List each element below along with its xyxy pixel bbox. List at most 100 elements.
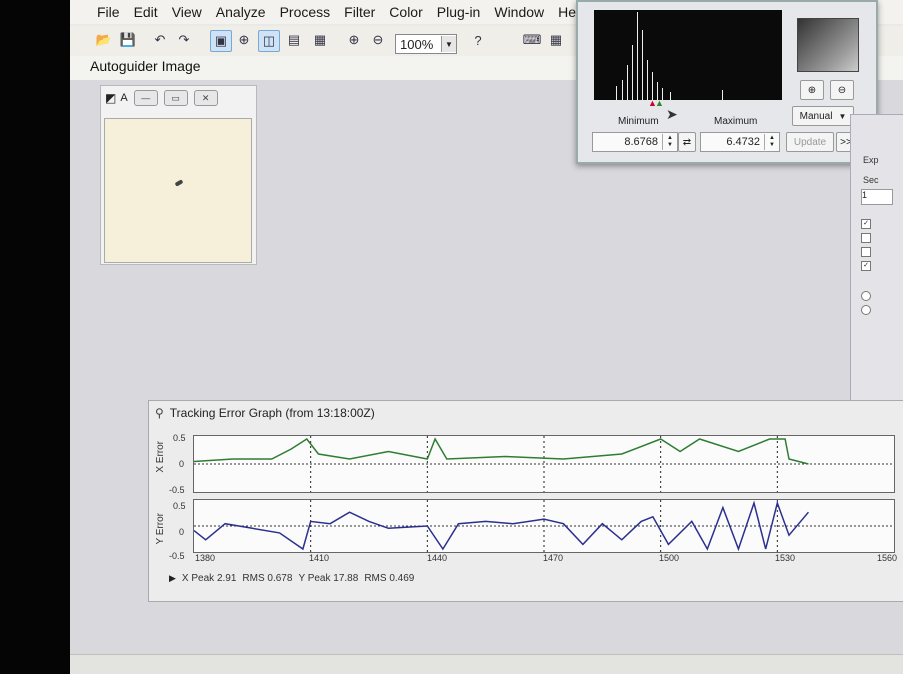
exposure-input[interactable]: 1 (861, 189, 893, 205)
maximum-value: 6.4732 (726, 136, 760, 148)
x-peak: X Peak 2.91 (181, 573, 237, 584)
tracking-error-window: ⚲ Tracking Error Graph (from 13:18:00Z) … (148, 400, 903, 602)
guide-star (174, 179, 184, 187)
menu-plugin[interactable]: Plug-in (430, 4, 488, 20)
radio-2[interactable] (861, 305, 871, 315)
graph-icon: ⚲ (155, 406, 164, 420)
menu-color[interactable]: Color (382, 4, 429, 20)
x-tick-label: 1380 (195, 553, 216, 563)
x-tick-label: 1410 (309, 553, 330, 563)
x-error-axis-label: X Error (155, 441, 166, 473)
histogram-graph (594, 10, 782, 100)
maximum-label: Maximum (714, 116, 758, 127)
y-error-svg (193, 500, 894, 552)
histogram-bar (652, 72, 653, 100)
menu-filter[interactable]: Filter (337, 4, 382, 20)
minimize-button[interactable]: — (133, 90, 158, 106)
x-tick-label: 1500 (659, 553, 680, 563)
tab-autoguider-image[interactable]: Autoguider Image (90, 58, 201, 74)
zoom-in-icon[interactable]: ⊕ (800, 80, 824, 100)
x-tick-label: 1440 (427, 553, 448, 563)
zoom-in-toolbar-icon[interactable]: ⊕ (344, 30, 364, 50)
menu-file[interactable]: File (90, 4, 127, 20)
chevron-down-icon: ▼ (838, 111, 847, 121)
zoom-value: 100% (400, 36, 434, 52)
help-pointer-icon[interactable]: ? (468, 30, 488, 50)
zoom-select[interactable]: 100% ▼ (395, 34, 457, 54)
menu-window[interactable]: Window (487, 4, 551, 20)
x-rms: RMS 0.678 (242, 573, 293, 584)
x-tick-label: 1470 (543, 553, 564, 563)
checkbox-1[interactable]: ✓ (861, 219, 871, 229)
x-error-plot (193, 435, 895, 493)
checkbox-2[interactable] (861, 233, 871, 243)
maximum-marker-icon[interactable]: ▲ (655, 98, 664, 108)
camera-control-panel: Exp Sec 1 ✓ ✓ (850, 114, 903, 406)
maximum-spinner[interactable]: ▲ ▼ (764, 134, 779, 150)
tracking-title-bar: ⚲ Tracking Error Graph (from 13:18:00Z) (149, 401, 903, 425)
x-plot-tick-top: 0.5 (173, 433, 186, 443)
swap-icon[interactable]: ⇄ (678, 132, 696, 152)
update-button[interactable]: Update (786, 132, 834, 152)
minimum-label: Minimum (618, 116, 659, 127)
menu-analyze[interactable]: Analyze (209, 4, 273, 20)
y-error-axis-label: Y Error (155, 513, 166, 545)
save-icon[interactable]: 💾 (118, 30, 138, 50)
histogram-bar (670, 92, 671, 100)
exposure-label: Exp (863, 155, 879, 165)
y-peak: Y Peak 17.88 (298, 573, 359, 584)
x-plot-tick-mid: 0 (179, 459, 185, 469)
histogram-bar (722, 90, 723, 100)
guide-star-image[interactable] (104, 118, 252, 263)
child-title: A (120, 92, 128, 104)
x-error-series (193, 437, 809, 465)
keyboard-icon[interactable]: ⌨ (522, 30, 542, 50)
menu-edit[interactable]: Edit (127, 4, 165, 20)
checkbox-3[interactable] (861, 247, 871, 257)
seconds-label: Sec (863, 175, 879, 185)
x-tick-label: 1560 (877, 553, 898, 563)
mode-value: Manual (799, 110, 833, 122)
y-rms: RMS 0.469 (364, 573, 415, 584)
histogram-preview (797, 18, 859, 72)
print-icon[interactable]: ▦ (310, 30, 330, 50)
disk-icon[interactable]: ▤ (284, 30, 304, 50)
zoom-out-toolbar-icon[interactable]: ⊖ (368, 30, 388, 50)
histogram-bar (637, 12, 638, 100)
x-tick-label: 1530 (775, 553, 796, 563)
split-view-icon[interactable]: ◫ (258, 30, 280, 52)
zoom-out-icon[interactable]: ⊖ (830, 80, 854, 100)
grid-icon[interactable]: ▦ (546, 30, 566, 50)
redo-icon[interactable]: ↷ (174, 30, 194, 50)
undo-icon[interactable]: ↶ (150, 30, 170, 50)
image-view-icon[interactable]: ▣ (210, 30, 232, 52)
tracking-stats: ▶ X Peak 2.91 RMS 0.678 Y Peak 17.88 RMS… (169, 573, 414, 584)
play-icon[interactable]: ▶ (169, 573, 176, 584)
y-plot-tick-mid: 0 (179, 527, 185, 537)
maximize-button[interactable]: ▭ (163, 90, 188, 106)
menu-process[interactable]: Process (273, 4, 338, 20)
tracking-title: Tracking Error Graph (from 13:18:00Z) (169, 406, 375, 420)
mode-select[interactable]: Manual ▼ (792, 106, 854, 126)
histogram-window: ⊕ ⊖ ▲ ▲ ➤ Minimum Maximum Manual ▼ 8.676… (576, 0, 878, 164)
histogram-bar (627, 65, 628, 100)
histogram-bar (632, 45, 633, 100)
mouse-cursor-icon: ➤ (666, 106, 678, 122)
y-plot-tick-bottom: -0.5 (169, 551, 185, 561)
status-bar (70, 654, 903, 674)
close-button[interactable]: ✕ (193, 90, 218, 106)
checkbox-4[interactable]: ✓ (861, 261, 871, 271)
x-error-svg (193, 436, 894, 492)
desktop-screen: File Edit View Analyze Process Filter Co… (70, 0, 903, 674)
minimum-field[interactable]: 8.6768 ▲ ▼ (592, 132, 678, 152)
minimum-value: 8.6768 (624, 136, 658, 148)
radio-1[interactable] (861, 291, 871, 301)
maximum-field[interactable]: 6.4732 ▲ ▼ (700, 132, 780, 152)
menu-view[interactable]: View (165, 4, 209, 20)
image-child-window[interactable]: ◩ A — ▭ ✕ (100, 85, 257, 265)
histogram-bar (642, 30, 643, 100)
crosshair-icon[interactable]: ⊕ (234, 30, 254, 50)
open-icon[interactable]: 📂 (94, 30, 114, 50)
minimum-spinner[interactable]: ▲ ▼ (662, 134, 677, 150)
y-plot-tick-top: 0.5 (173, 501, 186, 511)
